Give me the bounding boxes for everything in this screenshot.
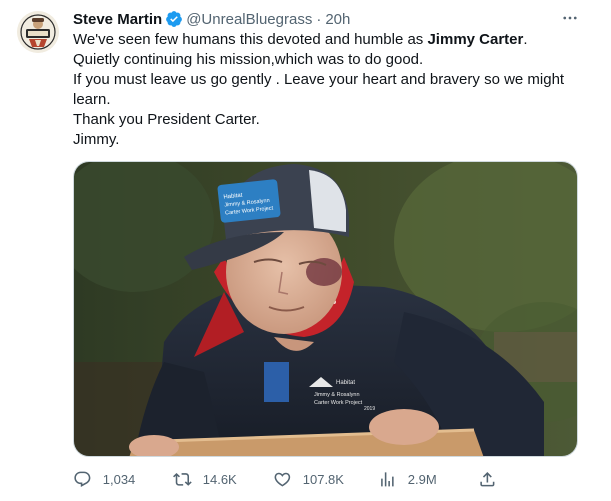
like-button[interactable]: 107.8K [273,467,344,491]
like-count: 107.8K [302,471,344,487]
heart-icon [274,472,291,487]
jacket-logo-year: 2019 [364,406,375,412]
jacket-logo-text-3: Carter Work Project [314,400,363,406]
retweet-count: 14.6K [202,471,237,487]
views-button[interactable]: 2.9M [378,467,437,491]
tweet-header: Steve Martin @UnrealBluegrass · 20h [73,8,350,30]
tweet-line-4: Thank you President Carter. [73,111,260,128]
views-icon [381,471,394,487]
author-name[interactable]: Steve Martin [73,11,162,28]
tweet-line-1-end: . [523,31,528,48]
tweet-line-1: We've seen few humans this devoted and h… [73,30,583,50]
tweet-line-3: If you must leave us go gently . Leave y… [73,71,565,108]
verified-badge-icon [165,10,183,28]
tweet-actions: 1,034 14.6K 107.8K 2.9M [73,467,583,491]
views-count: 2.9M [407,471,437,487]
tweet-line-1-text: We've seen few humans this devoted and h… [73,31,428,48]
author-avatar[interactable] [17,11,59,53]
share-button[interactable] [478,467,508,491]
tweet-line-2: Quietly continuing his mission,which was… [73,51,424,68]
retweet-icon [173,472,192,486]
jacket-logo-text-1: Habitat [336,380,355,386]
tweet-bold-name: Jimmy Carter [427,31,524,48]
tweet-timestamp[interactable]: 20h [325,11,350,28]
reply-icon [74,471,91,487]
tweet-photo[interactable]: Habitat Jimmy & Rosalynn Carter Work Pro… [73,161,578,457]
jacket-logo-text-2: Jimmy & Rosalynn [314,392,360,398]
reply-button[interactable]: 1,034 [73,467,135,491]
tweet-line-5: Jimmy. [73,131,120,148]
retweet-button[interactable]: 14.6K [173,467,237,491]
more-options-icon[interactable] [560,8,580,28]
reply-count: 1,034 [102,471,136,487]
tweet[interactable]: Steve Martin @UnrealBluegrass · 20h We'v… [0,0,611,501]
share-icon [480,471,495,487]
avatar-illustration [17,11,59,53]
author-handle[interactable]: @UnrealBluegrass [186,11,312,28]
tweet-text: We've seen few humans this devoted and h… [73,30,583,150]
separator-dot: · [316,10,322,28]
photo-illustration: Habitat Jimmy & Rosalynn Carter Work Pro… [74,162,577,456]
